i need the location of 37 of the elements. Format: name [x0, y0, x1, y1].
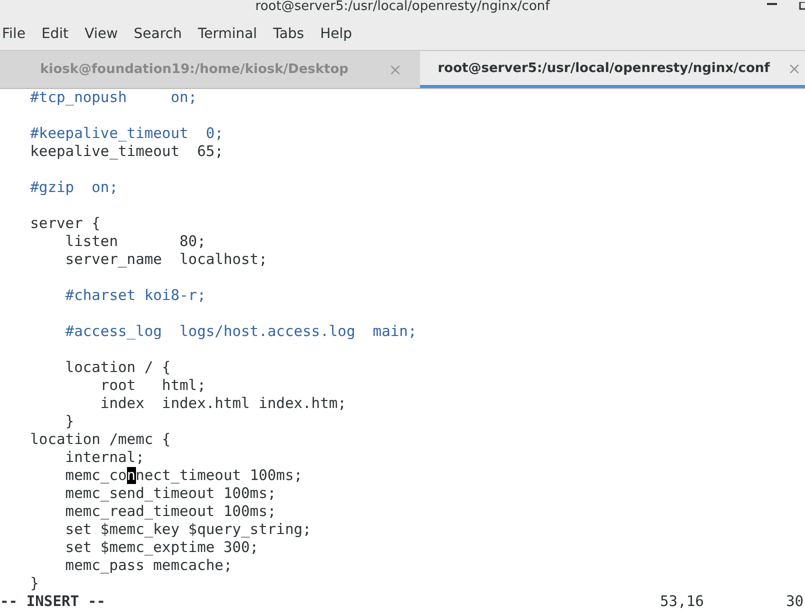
code-line: server_name localhost; [64, 251, 268, 269]
code-line: memc_pass memcache; [64, 557, 234, 575]
code-line: memc_send_timeout 100ms; [64, 485, 278, 503]
menu-item[interactable]: Search [132, 26, 190, 42]
tab[interactable]: root@server5:/usr/local/openresty/nginx/conf × [420, 51, 805, 88]
menu-item[interactable]: Edit [39, 26, 77, 42]
code-line: index index.html index.htm; [99, 395, 348, 413]
cursor-position: 53,16 [660, 593, 704, 611]
code-comment: #gzip on; [29, 179, 120, 197]
code-line: server { [29, 215, 102, 233]
code-line: root html; [99, 377, 207, 395]
code-line: keepalive_timeout 65; [29, 143, 224, 161]
code-line: set $memc_key $query_string; [64, 521, 312, 539]
menu-item[interactable]: Help [318, 26, 360, 42]
vim-mode: -- INSERT -- [0, 593, 106, 611]
code-line: listen 80; [64, 233, 207, 251]
code-line: memc_co [64, 467, 127, 484]
scroll-percent: 30 [786, 593, 804, 611]
menu-item[interactable]: File [0, 26, 34, 42]
code-line: internal; [64, 449, 146, 467]
code-line: location /memc { [29, 431, 172, 449]
code-comment: #tcp_nopush on; [29, 89, 198, 107]
menu-item[interactable]: Terminal [196, 26, 266, 42]
code-comment: #keepalive_timeout 0; [29, 125, 224, 143]
minimize-icon[interactable] [767, 2, 777, 6]
menu-item[interactable]: View [82, 26, 126, 42]
code-line: memc_read_timeout 100ms; [64, 503, 278, 521]
text-cursor: n [126, 467, 136, 484]
code-comment: #charset koi8-r; [64, 287, 207, 305]
window-title: root@server5:/usr/local/openresty/nginx/conf [255, 0, 550, 14]
code-line: } [64, 413, 76, 431]
code-line: set $memc_exptime 300; [64, 539, 260, 557]
code-line: location / { [64, 359, 172, 377]
code-comment: #access_log logs/host.access.log main; [64, 323, 418, 341]
menu-item[interactable]: Tabs [271, 26, 312, 42]
code-line: } [29, 575, 40, 593]
code-line: nect_timeout 100ms; [136, 467, 303, 484]
